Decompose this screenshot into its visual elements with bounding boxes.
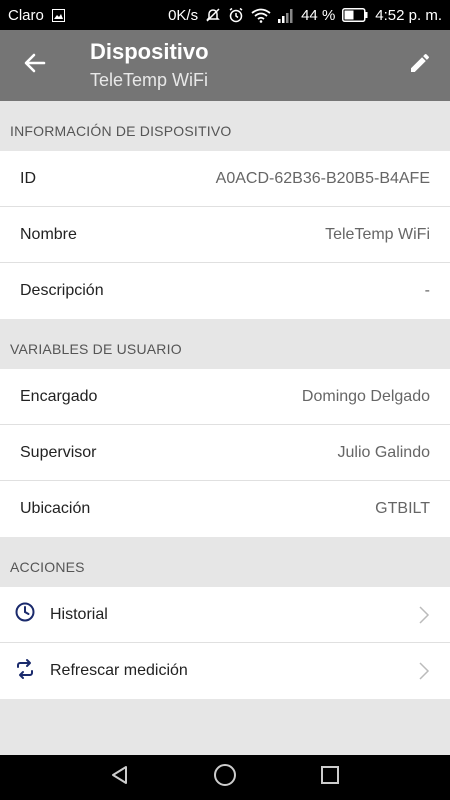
row-id: ID A0ACD-62B36-B20B5-B4AFE [0,151,450,207]
row-label: Ubicación [20,500,91,517]
history-label: Historial [50,605,108,623]
signal-icon [278,8,294,23]
row-label: Supervisor [20,443,97,461]
chevron-right-icon [418,661,430,681]
clock-time-label: 4:52 p. m. [375,6,442,24]
chevron-right-icon [418,605,430,625]
pencil-icon [408,51,432,80]
nav-back-button[interactable] [105,763,135,793]
status-bar: Claro 0K/s 44 % 4:52 p. m. [0,0,450,30]
triangle-back-icon [109,764,131,791]
device-info-list: ID A0ACD-62B36-B20B5-B4AFE Nombre TeleTe… [0,151,450,319]
refresh-icon [14,658,36,685]
clock-icon [14,601,36,628]
section-header-actions: ACCIONES [10,559,85,575]
row-label: Encargado [20,387,98,405]
alarm-icon [228,7,244,23]
row-value: Domingo Delgado [301,387,430,405]
image-notification-icon [51,8,65,22]
data-speed-label: 0K/s [168,6,199,24]
page-subtitle: TeleTemp WiFi [90,69,209,90]
app-bar: Dispositivo TeleTemp WiFi [0,30,450,101]
user-variables-list: Encargado Domingo Delgado Supervisor Jul… [0,369,450,537]
nav-recents-button[interactable] [315,763,345,793]
section-header-device-info: INFORMACIÓN DE DISPOSITIVO [10,123,232,139]
history-action[interactable]: Historial [0,587,450,643]
arrow-back-icon [24,52,46,79]
row-value: - [424,282,430,299]
wifi-icon [251,8,271,23]
row-value: Julio Galindo [337,443,431,461]
circle-home-icon [213,763,237,792]
row-value: A0ACD-62B36-B20B5-B4AFE [215,169,430,187]
refresh-label: Refrescar medición [50,662,188,679]
battery-icon [342,8,368,22]
content-area: INFORMACIÓN DE DISPOSITIVO ID A0ACD-62B3… [0,101,450,755]
row-manager: Encargado Domingo Delgado [0,369,450,425]
system-navigation-bar [0,755,450,800]
row-label: Descripción [20,282,104,299]
square-recents-icon [320,765,340,790]
row-value: TeleTemp WiFi [325,225,430,243]
row-description: Descripción - [0,263,450,319]
section-header-user-variables: VARIABLES DE USUARIO [10,341,182,357]
row-value: GTBILT [375,500,430,517]
row-label: ID [20,169,36,187]
row-location: Ubicación GTBILT [0,481,450,537]
row-supervisor: Supervisor Julio Galindo [0,425,450,481]
row-label: Nombre [20,225,77,243]
back-button[interactable] [0,30,70,101]
nav-home-button[interactable] [210,763,240,793]
edit-button[interactable] [390,30,450,101]
actions-list: Historial Refrescar medición [0,587,450,699]
page-title: Dispositivo [90,38,209,64]
row-name: Nombre TeleTemp WiFi [0,207,450,263]
carrier-label: Claro [8,6,44,24]
battery-percent-label: 44 % [301,6,336,24]
refresh-measurement-action[interactable]: Refrescar medición [0,643,450,699]
mute-icon [205,7,221,23]
